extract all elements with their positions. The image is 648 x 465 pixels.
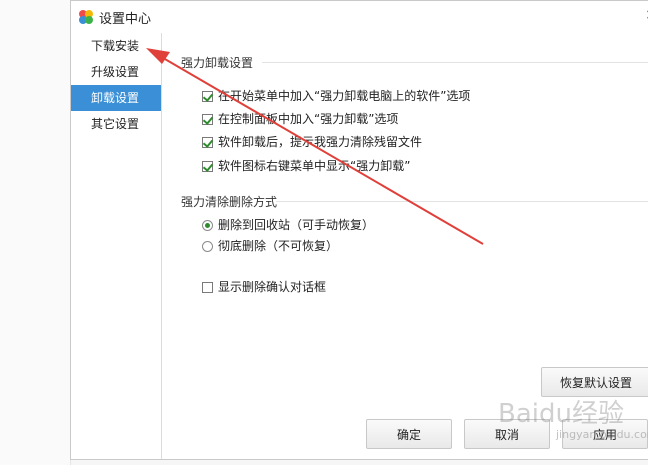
sidebar-item-label: 其它设置 bbox=[91, 117, 140, 131]
checkbox-show-confirm-dialog[interactable] bbox=[202, 282, 213, 293]
option-label: 软件卸载后，提示我强力清除残留文件 bbox=[218, 135, 423, 149]
sidebar-item-upgrade-settings[interactable]: 升级设置 bbox=[71, 59, 161, 85]
sidebar-item-uninstall-settings[interactable]: 卸载设置 bbox=[71, 85, 161, 111]
checkbox-control-panel[interactable] bbox=[202, 114, 213, 125]
ok-button[interactable]: 确定 bbox=[366, 419, 452, 449]
radio-permanent-delete[interactable] bbox=[202, 241, 213, 252]
app-logo-icon bbox=[79, 10, 93, 24]
section-divider bbox=[262, 62, 648, 63]
option-label: 软件图标右键菜单中显示“强力卸载” bbox=[218, 159, 411, 173]
sidebar-item-label: 升级设置 bbox=[91, 65, 140, 79]
dialog-title: 设置中心 bbox=[99, 12, 152, 27]
section-divider bbox=[276, 201, 648, 202]
background-left-panel bbox=[0, 0, 71, 465]
uninstall-section-title: 强力卸载设置 bbox=[181, 56, 254, 70]
option-permanent-delete[interactable]: 彻底删除（不可恢复） bbox=[202, 237, 338, 255]
option-label: 删除到回收站（可手动恢复） bbox=[218, 218, 375, 232]
option-label: 在开始菜单中加入“强力卸载电脑上的软件”选项 bbox=[218, 89, 471, 103]
sidebar-item-label: 卸载设置 bbox=[91, 91, 140, 105]
option-start-menu[interactable]: 在开始菜单中加入“强力卸载电脑上的软件”选项 bbox=[202, 87, 470, 105]
option-context-menu[interactable]: 软件图标右键菜单中显示“强力卸载” bbox=[202, 157, 410, 175]
sidebar-item-download-install[interactable]: 下载安装 bbox=[71, 33, 161, 59]
option-show-confirm-dialog[interactable]: 显示删除确认对话框 bbox=[202, 278, 326, 296]
settings-dialog: 设置中心 × 下载安装 升级设置 卸载设置 其它设置 强力卸载设置 在开始菜单中… bbox=[70, 0, 648, 460]
baidu-watermark: Baidu经验 bbox=[498, 399, 624, 429]
settings-sidebar: 下载安装 升级设置 卸载设置 其它设置 bbox=[71, 33, 162, 459]
option-control-panel[interactable]: 在控制面板中加入“强力卸载”选项 bbox=[202, 110, 398, 128]
option-label: 彻底删除（不可恢复） bbox=[218, 239, 339, 253]
option-label: 显示删除确认对话框 bbox=[218, 280, 327, 294]
option-prompt-cleanup[interactable]: 软件卸载后，提示我强力清除残留文件 bbox=[202, 133, 422, 151]
dialog-titlebar: 设置中心 × bbox=[71, 1, 648, 33]
checkbox-start-menu[interactable] bbox=[202, 91, 213, 102]
option-label: 在控制面板中加入“强力卸载”选项 bbox=[218, 112, 399, 126]
baidu-watermark-url: jingyan.baidu.com bbox=[556, 428, 648, 441]
checkbox-context-menu[interactable] bbox=[202, 161, 213, 172]
sidebar-item-label: 下载安装 bbox=[91, 39, 140, 53]
option-recycle-bin[interactable]: 删除到回收站（可手动恢复） bbox=[202, 216, 374, 234]
sidebar-item-other-settings[interactable]: 其它设置 bbox=[71, 111, 161, 137]
radio-recycle-bin[interactable] bbox=[202, 220, 213, 231]
checkbox-prompt-cleanup[interactable] bbox=[202, 137, 213, 148]
delete-method-section-title: 强力清除删除方式 bbox=[181, 195, 278, 209]
